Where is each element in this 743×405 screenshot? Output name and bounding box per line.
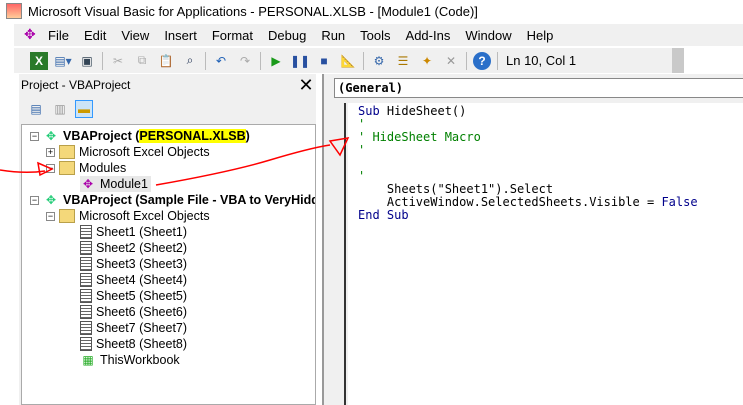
worksheet-icon <box>80 289 92 303</box>
worksheet-icon <box>80 225 92 239</box>
close-icon[interactable]: ✕ <box>296 76 316 94</box>
menu-addins[interactable]: Add-Ins <box>406 28 451 43</box>
tree-excel-objects-2[interactable]: − Microsoft Excel Objects <box>46 208 210 224</box>
break-icon[interactable]: ❚❚ <box>290 52 310 70</box>
redo-icon[interactable]: ↷ <box>236 52 254 70</box>
vba-project-icon: ✥ <box>45 193 57 207</box>
tree-sheet[interactable]: Sheet1 (Sheet1) <box>80 224 187 240</box>
tree-sheet[interactable]: Sheet2 (Sheet2) <box>80 240 187 256</box>
worksheet-icon <box>80 337 92 351</box>
worksheet-icon <box>80 257 92 271</box>
menu-edit[interactable]: Edit <box>84 28 106 43</box>
toolbox-icon[interactable]: ✕ <box>442 52 460 70</box>
undo-icon[interactable]: ↶ <box>212 52 230 70</box>
project-explorer-title: Project - VBAProject <box>21 78 131 92</box>
find-icon[interactable]: ⌕ <box>181 52 199 70</box>
worksheet-icon <box>80 321 92 335</box>
code-line[interactable]: End Sub <box>348 209 743 222</box>
code-text: Sheets("Sheet1").Select <box>358 182 554 196</box>
comment: ' HideSheet Macro <box>358 130 481 144</box>
menu-tools[interactable]: Tools <box>360 28 390 43</box>
code-line[interactable]: ' HideSheet Macro <box>348 131 743 144</box>
collapse-icon[interactable]: − <box>30 131 39 141</box>
tree-excel-objects-1[interactable]: + Microsoft Excel Objects <box>46 144 210 160</box>
tree-modules[interactable]: − Modules <box>46 160 126 176</box>
tree-sheet[interactable]: Sheet7 (Sheet7) <box>80 320 187 336</box>
tree-sheet[interactable]: Sheet6 (Sheet6) <box>80 304 187 320</box>
menu-format[interactable]: Format <box>212 28 253 43</box>
project-explorer: Project - VBAProject ✕ ▤ ▥ ▬ − ✥ VBAProject… <box>19 74 316 405</box>
standard-toolbar: X ▤▾ ▣ ✂ ⧉ 📋 ⌕ ↶ ↷ ▶ ❚❚ ■ 📐 ⚙ ☰ ✦ ✕ ? Ln… <box>14 48 684 73</box>
paste-icon[interactable]: 📋 <box>157 52 175 70</box>
comment: ' <box>358 169 366 183</box>
menu-bar: ✥ File Edit View Insert Format Debug Run… <box>14 24 743 46</box>
help-icon[interactable]: ? <box>473 51 491 70</box>
save-icon[interactable]: ▣ <box>78 52 96 70</box>
worksheet-icon <box>80 273 92 287</box>
menu-view[interactable]: View <box>121 28 149 43</box>
collapse-icon[interactable]: − <box>46 163 55 173</box>
collapse-icon[interactable]: − <box>46 211 55 221</box>
folder-icon <box>59 145 75 159</box>
code-line[interactable]: ' <box>348 144 743 157</box>
menu-debug[interactable]: Debug <box>268 28 306 43</box>
tree-sheet[interactable]: Sheet4 (Sheet4) <box>80 272 187 288</box>
code-editor[interactable]: Sub HideSheet() ' ' HideSheet Macro ' ' Shee… <box>348 103 743 405</box>
keyword: Sub <box>358 104 380 118</box>
code-margin[interactable] <box>324 103 346 405</box>
comment: ' <box>358 143 366 157</box>
tree-sheet[interactable]: Sheet3 (Sheet3) <box>80 256 187 272</box>
menu-file[interactable]: File <box>48 28 69 43</box>
vba-menu-icon[interactable]: ✥ <box>24 26 42 44</box>
cut-icon[interactable]: ✂ <box>109 52 127 70</box>
open-folder-icon <box>59 209 75 223</box>
workbook-icon: ▦ <box>82 353 94 367</box>
tree-sheet[interactable]: Sheet5 (Sheet5) <box>80 288 187 304</box>
code-line[interactable] <box>348 157 743 170</box>
object-browser-icon[interactable]: ✦ <box>418 52 436 70</box>
excel-icon[interactable]: X <box>30 51 48 70</box>
tree-sheet[interactable]: Sheet8 (Sheet8) <box>80 336 187 352</box>
menu-window[interactable]: Window <box>465 28 511 43</box>
view-code-icon[interactable]: ▤ <box>27 100 45 118</box>
tree-project-sample[interactable]: − ✥ VBAProject (Sample File - VBA to VeryH… <box>30 192 315 208</box>
menu-help[interactable]: Help <box>527 28 554 43</box>
cursor-position: Ln 10, Col 1 <box>506 53 577 68</box>
tree-thisworkbook[interactable]: ▦ ThisWorkbook <box>80 352 179 368</box>
tree-project-personal[interactable]: − ✥ VBAProject (PERSONAL.XLSB) <box>30 128 250 144</box>
code-line[interactable]: Sub HideSheet() <box>348 105 743 118</box>
collapse-icon[interactable]: − <box>30 195 39 205</box>
project-explorer-icon[interactable]: ⚙ <box>370 52 388 70</box>
code-window: (General) Sub HideSheet() ' ' HideSheet Ma… <box>322 74 743 405</box>
worksheet-icon <box>80 241 92 255</box>
tree-module1[interactable]: ✥ Module1 <box>80 176 151 192</box>
module-icon: ✥ <box>82 177 94 191</box>
view-object-icon[interactable]: ▥ <box>51 100 69 118</box>
vba-app-icon <box>6 3 22 19</box>
comment: ' <box>358 117 366 131</box>
run-icon[interactable]: ▶ <box>267 52 285 70</box>
expand-icon[interactable]: + <box>46 147 55 157</box>
toolbar-overflow[interactable] <box>672 48 684 73</box>
design-mode-icon[interactable]: 📐 <box>339 52 357 70</box>
title-bar: Microsoft Visual Basic for Applications … <box>0 0 743 22</box>
worksheet-icon <box>80 305 92 319</box>
keyword: End Sub <box>358 208 409 222</box>
toggle-folders-icon[interactable]: ▬ <box>75 100 93 118</box>
object-dropdown[interactable]: (General) <box>334 78 743 98</box>
project-tree: − ✥ VBAProject (PERSONAL.XLSB) + Microsoft … <box>21 124 316 405</box>
reset-icon[interactable]: ■ <box>315 52 333 70</box>
code-text: ActiveWindow.SelectedSheets.Visible = <box>358 195 662 209</box>
keyword: False <box>661 195 698 209</box>
window-title: Microsoft Visual Basic for Applications … <box>28 3 478 19</box>
open-folder-icon <box>59 161 75 175</box>
menu-insert[interactable]: Insert <box>164 28 197 43</box>
code-text: HideSheet() <box>379 104 467 118</box>
vba-project-icon: ✥ <box>45 129 57 143</box>
properties-icon[interactable]: ☰ <box>394 52 412 70</box>
menu-run[interactable]: Run <box>321 28 345 43</box>
insert-userform-icon[interactable]: ▤▾ <box>54 52 72 70</box>
copy-icon[interactable]: ⧉ <box>133 52 151 70</box>
